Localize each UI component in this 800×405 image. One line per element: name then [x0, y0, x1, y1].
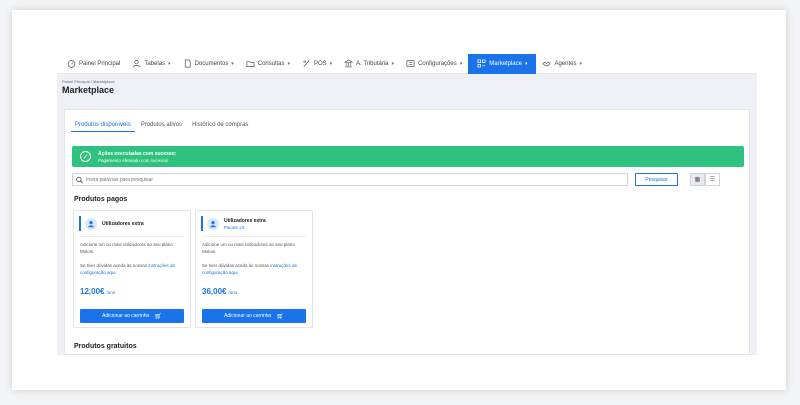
- list-view-icon[interactable]: ☰: [705, 173, 720, 186]
- product-description: Adicione um ou mais utilizadores ao seu …: [80, 242, 173, 254]
- product-name: Utilizadores extra: [224, 217, 266, 224]
- screenshot-frame: Painel Principal Tabelas ▾ Documentos ▾ …: [12, 10, 786, 390]
- help-text: Se tiver dúvidas aceda às nossas: [202, 263, 271, 268]
- content-panel: Produtos disponíveis Produtos ativos His…: [64, 109, 750, 355]
- chevron-down-icon: ▾: [287, 60, 290, 67]
- nav-item-painel-principal[interactable]: Painel Principal: [61, 54, 126, 74]
- alert-message: Pagamento efetuado com sucesso!: [98, 157, 169, 163]
- breadcrumb-current: Marketplace: [92, 79, 115, 84]
- nav-item-documentos[interactable]: Documentos ▾: [177, 54, 240, 74]
- user-icon: [207, 217, 219, 230]
- tab-historico-de-compras[interactable]: Histórico de compras: [188, 120, 252, 132]
- product-card: Utilizadores extra Adicione um ou mais u…: [73, 210, 191, 328]
- price-unit: /uno: [106, 290, 116, 295]
- nav-label: Marketplace: [489, 60, 522, 67]
- product-header: Utilizadores extra: [79, 216, 144, 231]
- user-icon: [133, 59, 141, 68]
- search-row: Pesquisar ▦ ☰: [72, 173, 744, 186]
- chevron-down-icon: ▾: [524, 60, 528, 67]
- nav-label: Configurações: [418, 60, 457, 67]
- product-help: Se tiver dúvidas aceda às nossas instruç…: [80, 263, 186, 276]
- cart-icon: 🛒︎: [154, 313, 162, 320]
- gauge-icon: [67, 60, 76, 68]
- divider: [202, 236, 306, 237]
- chevron-down-icon: ▾: [231, 60, 234, 67]
- divider: [80, 236, 184, 237]
- search-input[interactable]: [86, 176, 606, 183]
- grid-view-icon[interactable]: ▦: [690, 173, 705, 186]
- cart-icon: 🛒︎: [276, 313, 284, 320]
- handshake-icon: [542, 61, 552, 67]
- product-price: 12,00€/uno: [80, 287, 115, 296]
- app-window: Painel Principal Tabelas ▾ Documentos ▾ …: [57, 54, 757, 355]
- product-price: 36,00€/uno: [202, 287, 237, 296]
- top-navigation: Painel Principal Tabelas ▾ Documentos ▾ …: [57, 54, 757, 74]
- tab-produtos-disponiveis[interactable]: Produtos disponíveis: [71, 120, 135, 132]
- product-help: Se tiver dúvidas aceda às nossas instruç…: [202, 263, 308, 276]
- breadcrumb: Painel Principal / Marketplace: [62, 79, 115, 84]
- chevron-down-icon: ▾: [579, 60, 582, 67]
- price-unit: /uno: [228, 290, 238, 295]
- nav-label: Agentes: [554, 60, 577, 67]
- nav-item-agentes[interactable]: Agentes ▾: [536, 54, 588, 74]
- view-toggle: ▦ ☰: [690, 173, 720, 186]
- nav-item-configuracoes[interactable]: Configurações ▾: [400, 54, 468, 74]
- chevron-down-icon: ▾: [391, 60, 395, 67]
- button-label: Adicionar ao carrinho: [102, 313, 150, 319]
- chevron-down-icon: ▾: [329, 60, 333, 67]
- help-text: Se tiver dúvidas aceda às nossas: [80, 263, 149, 268]
- folder-icon: [246, 61, 255, 68]
- product-subtitle: Pacote x3: [224, 224, 245, 230]
- price-value: 36,00€: [202, 287, 227, 296]
- product-description: Adicione um ou mais utilizadores ao seu …: [202, 242, 295, 254]
- success-alert: ✓ Ações executadas com sucesso: Pagament…: [72, 146, 744, 167]
- nav-item-consultas[interactable]: Consultas ▾: [240, 54, 296, 74]
- check-circle-icon: ✓: [80, 151, 91, 162]
- chevron-down-icon: ▾: [459, 60, 463, 67]
- search-button[interactable]: Pesquisar: [635, 173, 678, 186]
- settings-icon: [406, 59, 415, 68]
- nav-label: Tabelas: [144, 60, 166, 67]
- marketplace-icon: [477, 59, 486, 68]
- product-card: Utilizadores extra Pacote x3 Adicione um…: [195, 210, 313, 328]
- search-icon: [76, 176, 83, 183]
- add-to-cart-button[interactable]: Adicionar ao carrinho 🛒︎: [80, 309, 184, 323]
- nav-label: Painel Principal: [79, 60, 121, 67]
- nav-label: POS: [313, 60, 327, 67]
- button-label: Adicionar ao carrinho: [224, 313, 272, 319]
- tab-produtos-ativos[interactable]: Produtos ativos: [137, 120, 186, 132]
- alert-title: Ações executadas com sucesso:: [98, 150, 177, 157]
- user-icon: [85, 217, 97, 230]
- section-title-free: Produtos gratuitos: [74, 343, 137, 350]
- nav-item-marketplace[interactable]: Marketplace ▾: [468, 54, 537, 74]
- add-to-cart-button[interactable]: Adicionar ao carrinho 🛒︎: [202, 309, 306, 323]
- nav-item-a-tributaria[interactable]: A. Tributária ▾: [338, 54, 400, 74]
- nav-label: Consultas: [257, 60, 285, 67]
- nav-label: A. Tributária: [356, 60, 389, 67]
- chevron-down-icon: ▾: [168, 60, 171, 67]
- tab-bar: Produtos disponíveis Produtos ativos His…: [71, 120, 254, 132]
- nav-item-pos[interactable]: POS ▾: [296, 54, 338, 74]
- search-box: [72, 173, 628, 186]
- breadcrumb-separator: /: [90, 79, 92, 84]
- pos-icon: [303, 60, 310, 67]
- page-title: Marketplace: [62, 85, 115, 95]
- nav-label: Documentos: [194, 60, 229, 67]
- section-title-paid: Produtos pagos: [74, 196, 128, 203]
- breadcrumb-home[interactable]: Painel Principal: [62, 79, 90, 84]
- nav-item-tabelas[interactable]: Tabelas ▾: [126, 54, 176, 74]
- product-name: Utilizadores extra: [102, 220, 144, 227]
- bank-icon: [344, 59, 354, 68]
- document-icon: [184, 59, 191, 68]
- price-value: 12,00€: [80, 287, 105, 296]
- product-header: Utilizadores extra Pacote x3: [201, 216, 266, 231]
